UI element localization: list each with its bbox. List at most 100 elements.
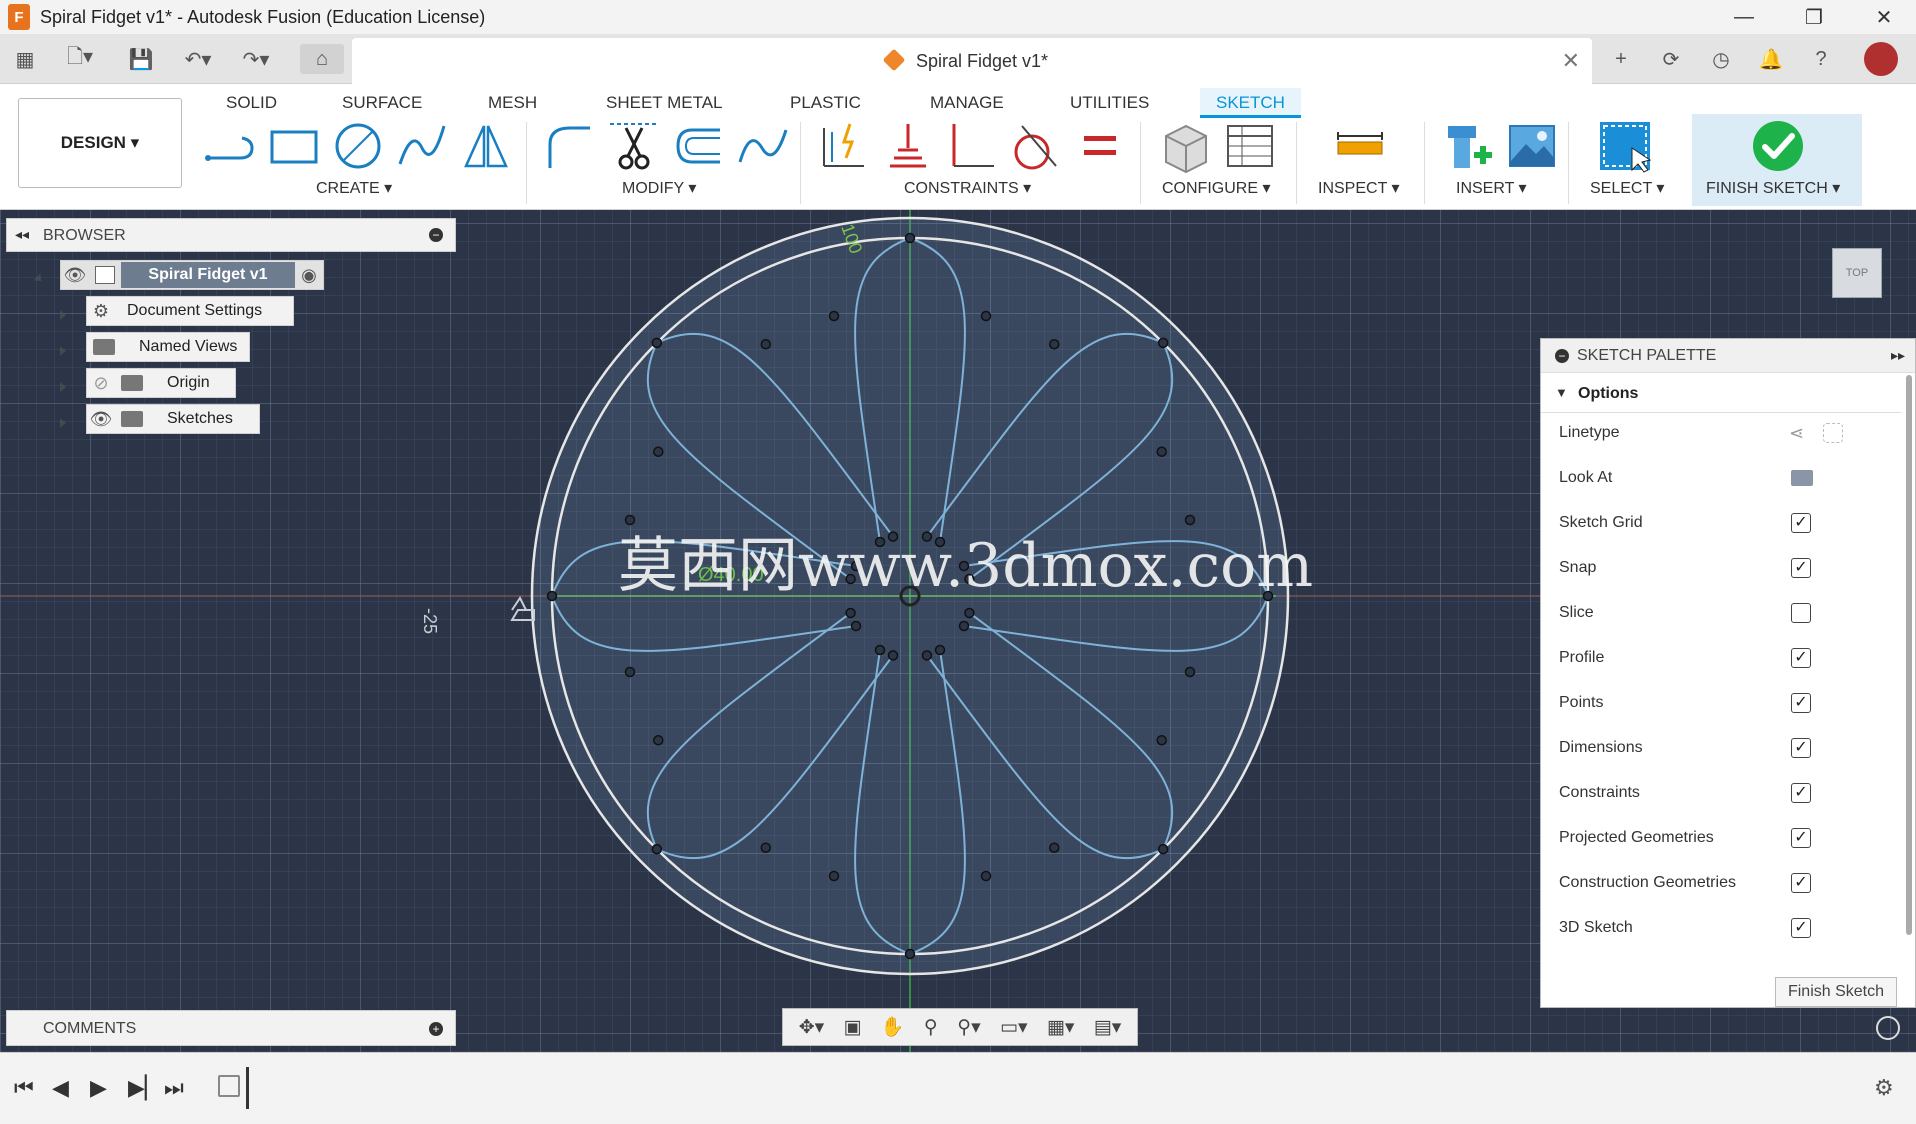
centerline-linetype-icon[interactable] — [1823, 423, 1843, 443]
viewcube[interactable]: TOP — [1832, 248, 1882, 298]
tab-surface[interactable]: SURFACE — [326, 88, 438, 118]
spline-tool-icon[interactable] — [394, 118, 450, 174]
notifications-bell-icon[interactable]: 🔔 — [1754, 42, 1788, 76]
new-tab-plus-icon[interactable]: + — [1604, 42, 1638, 76]
offset-tool-icon[interactable] — [670, 118, 726, 174]
configure-table-icon[interactable] — [1222, 118, 1278, 174]
sketch-point[interactable] — [980, 870, 992, 882]
sketch-point[interactable] — [921, 650, 933, 661]
job-status-icon[interactable]: ◷ — [1704, 42, 1738, 76]
tangent-constraint-icon[interactable] — [1006, 118, 1062, 174]
select-window-icon[interactable] — [1598, 118, 1654, 174]
sketch-point[interactable] — [1048, 842, 1060, 853]
sketch-point[interactable] — [934, 644, 946, 656]
insert-bolt-icon[interactable] — [1438, 118, 1494, 174]
sketch-point[interactable] — [624, 514, 636, 526]
sketch-point[interactable] — [760, 339, 772, 350]
help-icon[interactable]: ? — [1804, 42, 1838, 76]
sketch-point[interactable] — [828, 310, 840, 322]
mirror-tool-icon[interactable] — [458, 118, 514, 174]
add-comment-icon[interactable]: + — [429, 1022, 443, 1036]
palette-checkbox[interactable]: ✓ — [1791, 648, 1811, 668]
finish-sketch-button[interactable]: Finish Sketch — [1775, 977, 1897, 1007]
timeline-start-icon[interactable]: ⏮ — [14, 1075, 34, 1101]
measure-ruler-icon[interactable] — [1332, 118, 1388, 174]
palette-checkbox[interactable]: ✓ — [1791, 513, 1811, 533]
tab-mesh[interactable]: MESH — [472, 88, 553, 118]
sketch-canvas[interactable]: Ø40.00 100 -25 莫西网www.3dmox.com ◂◂ BROWS… — [0, 210, 1916, 1052]
sketch-palette[interactable]: − SKETCH PALETTE ▸▸ ▼ Options Linetype ⋖ L… — [1540, 338, 1916, 1008]
timeline-settings-gear-icon[interactable]: ⚙ — [1874, 1075, 1894, 1101]
sketch-point[interactable] — [980, 310, 992, 322]
file-menu-icon[interactable]: 🗋▾ — [60, 44, 100, 74]
hidden-eye-icon[interactable]: ⊘ — [87, 369, 115, 397]
palette-checkbox[interactable]: ✓ — [1791, 558, 1811, 578]
palette-scrollbar[interactable] — [1906, 375, 1912, 935]
expand-node-icon[interactable] — [60, 346, 66, 356]
trim-scissors-icon[interactable] — [606, 118, 662, 174]
expand-node-icon[interactable] — [60, 418, 66, 428]
palette-checkbox[interactable] — [1791, 603, 1811, 623]
browser-item-sketches[interactable]: 👁 Sketches — [86, 404, 260, 434]
sketch-point[interactable] — [1157, 337, 1169, 349]
configure-menu[interactable]: CONFIGURE ▾ — [1162, 178, 1270, 198]
palette-checkbox[interactable]: ✓ — [1791, 918, 1811, 938]
extend-spline-icon[interactable] — [734, 118, 790, 174]
sketch-point[interactable] — [760, 842, 772, 853]
insert-image-icon[interactable] — [1504, 118, 1560, 174]
activate-radio-icon[interactable]: ◉ — [295, 261, 323, 289]
palette-checkbox[interactable]: ✓ — [1791, 828, 1811, 848]
minimize-button[interactable]: — — [1714, 0, 1774, 34]
tab-utilities[interactable]: UTILITIES — [1054, 88, 1165, 118]
palette-checkbox[interactable]: ✓ — [1791, 693, 1811, 713]
look-at-icon[interactable]: ▣ — [844, 1016, 862, 1039]
sketch-point[interactable] — [653, 734, 664, 746]
sketch-point[interactable] — [850, 620, 862, 632]
close-window-button[interactable]: ✕ — [1854, 0, 1914, 34]
comments-panel[interactable]: COMMENTS + — [6, 1010, 456, 1046]
zoom-icon[interactable]: ⚲ — [924, 1016, 938, 1039]
display-toggle-icon[interactable] — [1876, 1016, 1900, 1040]
coincident-constraint-icon[interactable] — [880, 118, 936, 174]
rectangle-tool-icon[interactable] — [266, 118, 322, 174]
undo-icon[interactable]: ↶▾ — [176, 44, 220, 74]
restore-button[interactable]: ❐ — [1784, 0, 1844, 34]
visibility-eye-icon[interactable]: 👁 — [61, 261, 89, 289]
look-at-icon[interactable] — [1791, 470, 1813, 486]
tab-manage[interactable]: MANAGE — [914, 88, 1020, 118]
circle-tool-icon[interactable] — [330, 118, 386, 174]
document-tab[interactable]: Spiral Fidget v1* ✕ — [352, 38, 1592, 84]
timeline-play-icon[interactable]: ▶ — [90, 1075, 107, 1101]
zoom-window-icon[interactable]: ⚲▾ — [957, 1016, 980, 1039]
browser-panel[interactable]: ◂◂ BROWSER − — [6, 218, 456, 252]
palette-minimize-icon[interactable]: − — [1555, 349, 1569, 363]
viewports-icon[interactable]: ▤▾ — [1094, 1016, 1122, 1039]
equal-constraint-icon[interactable] — [1072, 118, 1128, 174]
inspect-menu[interactable]: INSPECT ▾ — [1318, 178, 1400, 198]
display-settings-icon[interactable]: ▭▾ — [1000, 1016, 1028, 1039]
timeline-marker[interactable] — [246, 1067, 249, 1109]
sketch-point[interactable] — [1156, 446, 1167, 458]
select-menu[interactable]: SELECT ▾ — [1590, 178, 1664, 198]
finish-sketch-area[interactable]: FINISH SKETCH ▾ — [1692, 114, 1862, 206]
extensions-icon[interactable]: ⟳ — [1654, 42, 1688, 76]
palette-checkbox[interactable]: ✓ — [1791, 873, 1811, 893]
workspace-switcher[interactable]: DESIGN ▾ — [18, 98, 182, 188]
tab-plastic[interactable]: PLASTIC — [774, 88, 877, 118]
save-icon[interactable]: 💾 — [126, 44, 156, 74]
palette-checkbox[interactable]: ✓ — [1791, 738, 1811, 758]
sketch-point[interactable] — [1184, 514, 1196, 526]
collapse-browser-icon[interactable]: ◂◂ — [15, 226, 29, 243]
data-panel-grid-icon[interactable]: ▦ — [10, 44, 40, 74]
timeline-back-icon[interactable]: ◀ — [52, 1075, 69, 1101]
user-avatar[interactable] — [1864, 42, 1898, 76]
timeline-end-icon[interactable]: ⏭ — [164, 1075, 184, 1101]
sketch-point[interactable] — [887, 650, 899, 661]
construction-linetype-icon[interactable]: ⋖ — [1789, 423, 1804, 444]
line-tool-icon[interactable] — [202, 118, 258, 174]
sketch-point[interactable] — [1048, 339, 1060, 350]
browser-minimize-icon[interactable]: − — [429, 228, 443, 242]
pan-hand-icon[interactable]: ✋ — [881, 1015, 905, 1039]
sketch-point[interactable] — [904, 232, 916, 244]
sketch-point[interactable] — [651, 337, 663, 349]
